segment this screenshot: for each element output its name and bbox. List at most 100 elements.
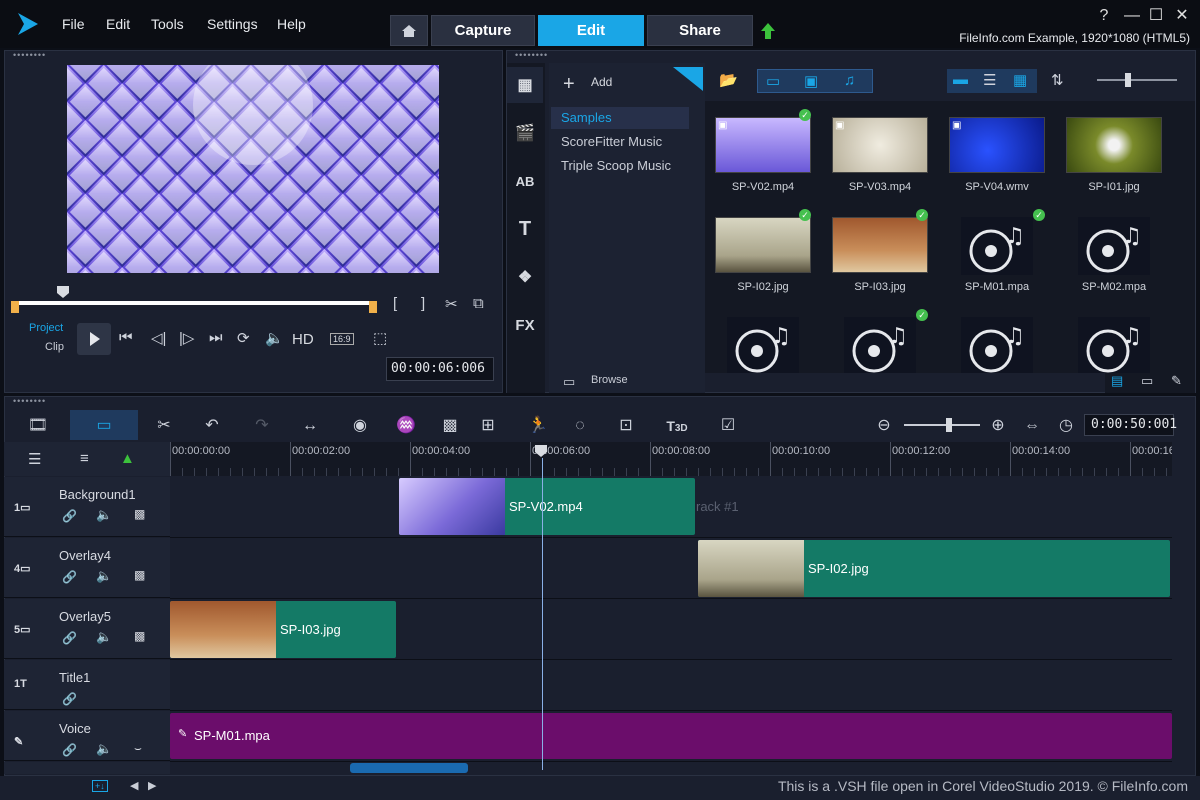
zoom-in-icon[interactable]: ⊕ (984, 414, 1012, 438)
pin-icon[interactable] (673, 67, 703, 91)
link-icon[interactable]: 🔗 (62, 509, 77, 523)
show-video-icon[interactable]: ▭ (766, 72, 780, 90)
link-icon[interactable]: 🔗 (62, 570, 77, 584)
skip-start-icon[interactable]: ⏮ (119, 329, 133, 346)
add-track-icon[interactable]: ≡ (80, 450, 89, 467)
list-view-icon[interactable]: ☰ (983, 71, 996, 89)
motion-tracking-icon[interactable]: 🏃 (524, 414, 552, 438)
transition-icon[interactable]: AB (507, 163, 543, 199)
slider-handle[interactable] (1125, 73, 1131, 87)
volume-icon[interactable]: 🔈 (265, 329, 284, 347)
media-item[interactable]: ♫ (939, 301, 1055, 373)
media-item[interactable]: ♫ (705, 301, 821, 373)
show-audio-icon[interactable]: ♫ (844, 72, 855, 89)
maximize-icon[interactable]: ☐ (1146, 6, 1166, 26)
clip-mode-label[interactable]: Clip (45, 341, 64, 353)
checker-icon[interactable]: ▩ (134, 629, 145, 643)
tab-capture[interactable]: Capture (431, 15, 535, 46)
instant-project-icon[interactable]: 🎬 (507, 115, 543, 151)
upload-arrow-icon[interactable] (760, 22, 776, 40)
link-icon[interactable]: 🔗 (62, 692, 77, 706)
play-button[interactable] (77, 323, 111, 355)
clock-icon[interactable]: ◷ (1052, 414, 1080, 438)
repeat-icon[interactable]: ⟳ (237, 329, 250, 347)
menu-edit[interactable]: Edit (106, 16, 130, 32)
media-item[interactable]: ♫ (1056, 301, 1172, 373)
home-button[interactable] (390, 15, 428, 46)
help-icon[interactable]: ? (1094, 6, 1114, 26)
cursor-select-icon[interactable]: ⬚ (373, 329, 387, 347)
folder-item[interactable]: ScoreFitter Music (561, 134, 662, 149)
add-icon[interactable]: + (563, 73, 575, 96)
storyboard-view-icon[interactable]: 🎞 (24, 414, 52, 438)
browse-button[interactable]: Browse (591, 374, 628, 386)
undo-icon[interactable]: ↶ (198, 414, 226, 438)
track-manager-icon[interactable]: ☰ (28, 450, 41, 468)
mute-icon[interactable]: 🔈 (96, 741, 112, 757)
checklist-icon[interactable]: ☑ (714, 414, 742, 438)
checker-icon[interactable]: ▩ (134, 568, 145, 582)
browse-icon[interactable]: ▭ (563, 374, 575, 390)
edit-icon[interactable]: ✎ (1171, 373, 1182, 389)
scroll-left-icon[interactable]: ◀ (130, 779, 138, 792)
track-header[interactable]: ✎ Voice 🔗 🔈 ⌣ (4, 711, 170, 761)
ripple-edit-icon[interactable]: ▲ (120, 450, 135, 467)
timeline-view-icon[interactable]: ▭ (90, 414, 118, 438)
mute-icon[interactable]: 🔈 (96, 507, 112, 523)
ripple-icon[interactable]: ⌣ (134, 741, 142, 756)
folder-item[interactable]: Triple Scoop Music (561, 158, 671, 173)
fit-project-icon[interactable]: ⇔ (1018, 414, 1046, 438)
split-screen-icon[interactable]: ⊞ (474, 414, 502, 438)
import-folder-icon[interactable]: 📂 (719, 71, 738, 89)
media-item[interactable]: ✓ SP-I02.jpg (705, 201, 821, 301)
clip-overlay5[interactable]: SP-I03.jpg (170, 601, 396, 658)
fit-icon[interactable]: ↔ (296, 414, 324, 438)
add-folder-button[interactable]: Add (591, 75, 612, 89)
3d-title-icon[interactable]: T3D (660, 414, 694, 438)
mute-icon[interactable]: 🔈 (96, 568, 112, 584)
media-item[interactable]: ▣ ✓ SP-V02.mp4 (705, 101, 821, 201)
sort-icon[interactable]: ⇅ (1051, 71, 1064, 89)
clip-background[interactable]: SP-V02.mp4 (399, 478, 695, 535)
link-icon[interactable]: 🔗 (62, 631, 77, 645)
minimize-icon[interactable]: — (1122, 6, 1142, 26)
mask-icon[interactable]: ◌ (566, 414, 594, 438)
panel-grip[interactable]: •••••••• (5, 51, 502, 61)
project-mode-label[interactable]: Project (29, 322, 63, 334)
audio-mixer-icon[interactable]: ♒ (392, 414, 420, 438)
thumbnail-view-icon[interactable]: ▬ (953, 71, 968, 88)
add-track-small-icon[interactable]: +↓ (92, 780, 108, 792)
mute-icon[interactable]: 🔈 (96, 629, 112, 645)
record-icon[interactable]: ◉ (346, 414, 374, 438)
music-clip-partial[interactable] (350, 763, 468, 773)
menu-help[interactable]: Help (277, 16, 306, 32)
menu-settings[interactable]: Settings (207, 16, 258, 32)
track-header[interactable]: 4▭ Overlay4 🔗 🔈 ▩ (4, 538, 170, 598)
close-icon[interactable]: ✕ (1172, 6, 1192, 26)
media-item[interactable]: ♫ SP-M02.mpa (1056, 201, 1172, 301)
toolbox-icon[interactable]: ✂ (150, 414, 178, 438)
media-library-icon[interactable]: ▦ (507, 67, 543, 103)
thumbnail-size-slider[interactable] (1097, 79, 1177, 81)
trim-end-handle[interactable] (369, 301, 377, 313)
time-ruler[interactable]: 00:00:00:00 00:00:02:00 00:00:04:00 00:00:0… (170, 442, 1172, 476)
media-item[interactable]: ♫ ✓ SP-M01.mpa (939, 201, 1055, 301)
scissors-icon[interactable]: ✂ (445, 295, 458, 313)
media-item[interactable]: ▣ SP-V03.mp4 (822, 101, 938, 201)
checker-icon[interactable]: ▩ (134, 507, 145, 521)
panel-grip[interactable]: •••••••• (5, 397, 1195, 407)
split-icon[interactable]: ⧉ (473, 295, 484, 312)
media-item[interactable]: ✓ SP-I03.jpg (822, 201, 938, 301)
playhead-icon[interactable] (56, 285, 70, 299)
timecode-field[interactable]: 00:00:06:006 (386, 357, 494, 381)
hd-button[interactable]: HD (292, 331, 314, 348)
media-item[interactable]: ♫ ✓ (822, 301, 938, 373)
clip-voice[interactable]: ✎ SP-M01.mpa (170, 713, 1172, 759)
aspect-ratio-button[interactable]: 16:9 (330, 333, 354, 345)
track-row[interactable] (170, 660, 1172, 711)
mark-in-button[interactable]: [ (393, 295, 397, 312)
scroll-right-icon[interactable]: ▶ (148, 779, 156, 792)
auto-music-icon[interactable]: ▩ (436, 414, 464, 438)
tab-edit[interactable]: Edit (538, 15, 644, 46)
mark-out-button[interactable]: ] (421, 295, 425, 312)
